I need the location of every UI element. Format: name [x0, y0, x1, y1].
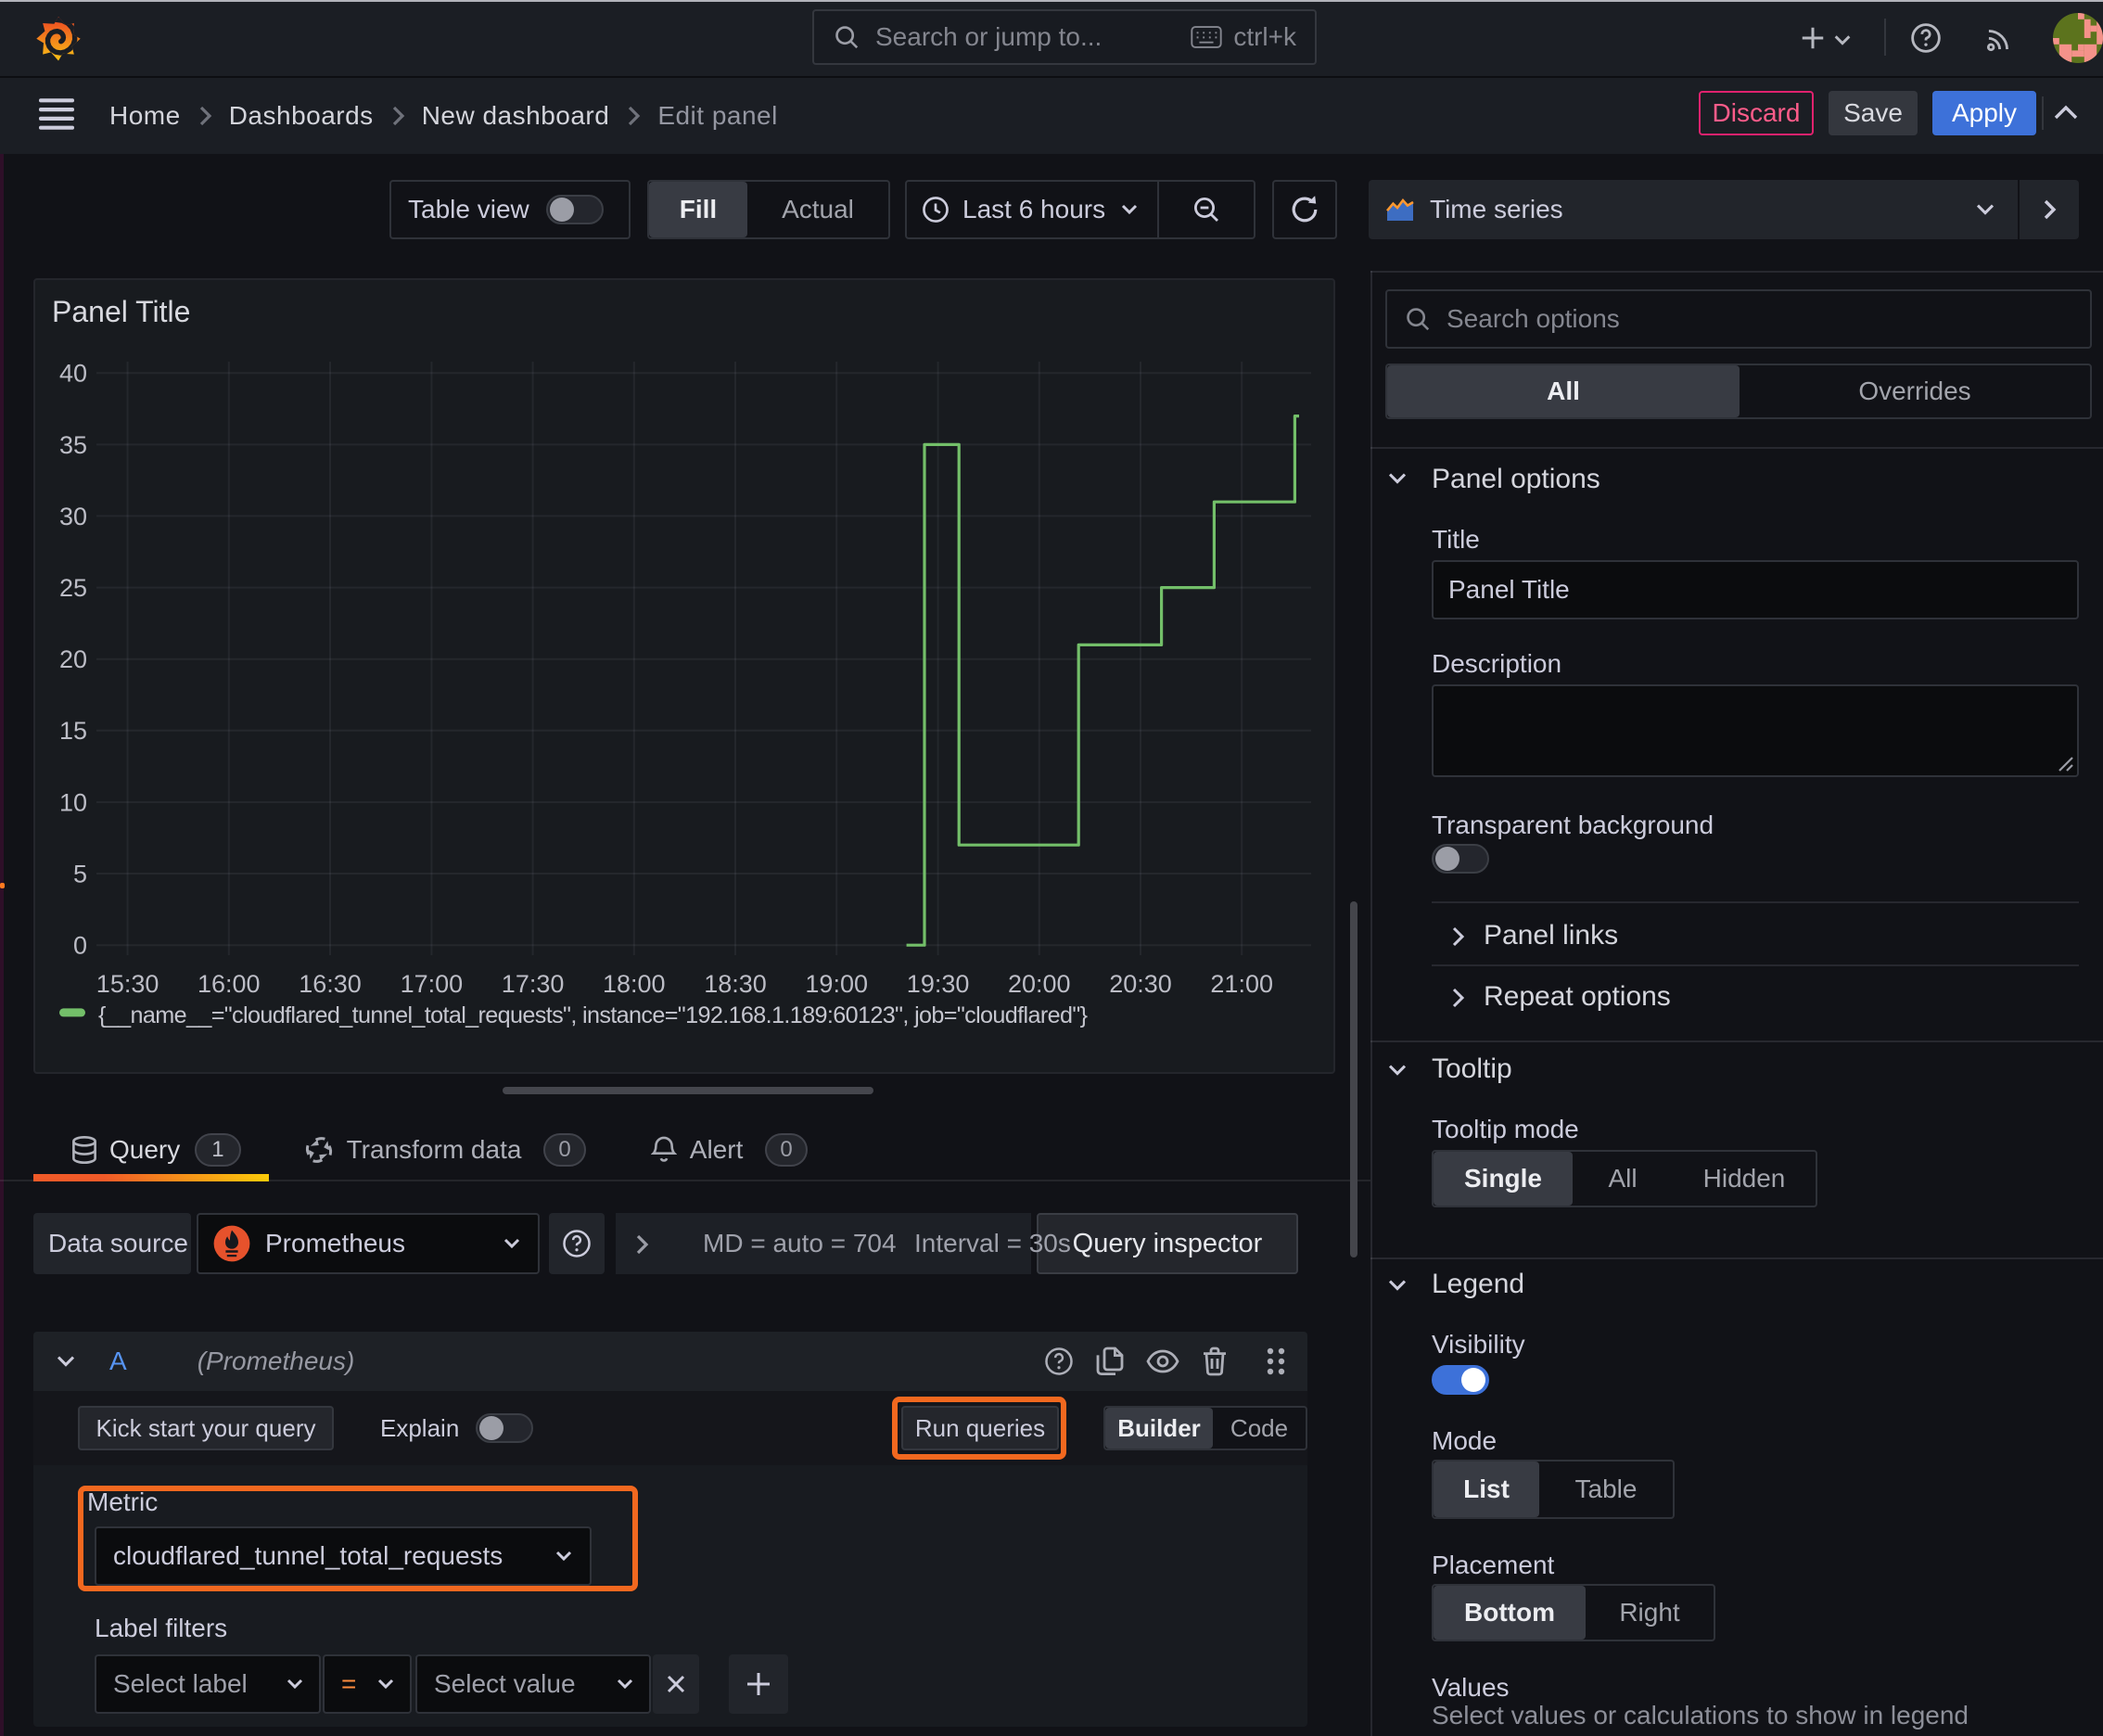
svg-text:20:30: 20:30 [1109, 970, 1172, 998]
svg-text:17:00: 17:00 [401, 970, 464, 998]
svg-text:20: 20 [59, 645, 87, 673]
svg-text:21:00: 21:00 [1210, 970, 1273, 998]
svg-text:17:30: 17:30 [502, 970, 565, 998]
svg-text:15: 15 [59, 717, 87, 745]
svg-text:20:00: 20:00 [1008, 970, 1071, 998]
svg-text:19:30: 19:30 [907, 970, 970, 998]
svg-text:40: 40 [59, 360, 87, 388]
svg-text:0: 0 [73, 932, 87, 960]
svg-text:25: 25 [59, 574, 87, 602]
svg-text:18:30: 18:30 [704, 970, 767, 998]
svg-text:30: 30 [59, 503, 87, 530]
svg-text:15:30: 15:30 [96, 970, 159, 998]
svg-text:16:30: 16:30 [299, 970, 362, 998]
svg-text:5: 5 [73, 860, 87, 887]
svg-text:10: 10 [59, 788, 87, 816]
svg-text:18:00: 18:00 [603, 970, 666, 998]
svg-text:16:00: 16:00 [198, 970, 261, 998]
svg-text:35: 35 [59, 431, 87, 459]
svg-text:{__name__="cloudflared_tunnel_: {__name__="cloudflared_tunnel_total_requ… [98, 1002, 1088, 1028]
svg-text:19:00: 19:00 [805, 970, 868, 998]
